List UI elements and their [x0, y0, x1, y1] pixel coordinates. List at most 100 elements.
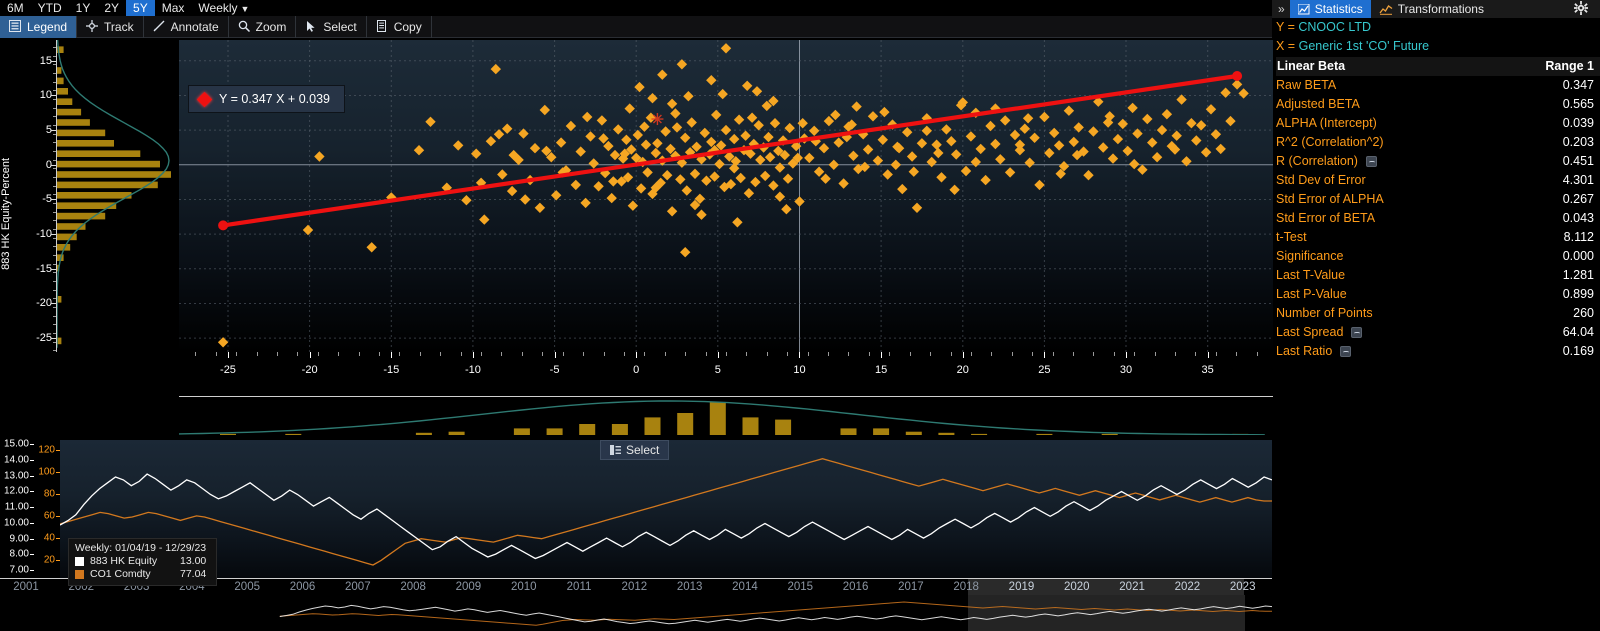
- year-label[interactable]: 2006: [290, 581, 316, 593]
- statistic-row: Significance 0.000: [1276, 247, 1600, 266]
- timeseries-plot[interactable]: [60, 440, 1272, 578]
- timeseries-left-tick: 9.00: [9, 533, 29, 544]
- statistic-chart-button[interactable]: [1351, 327, 1363, 338]
- x-axis-tick-mark: [636, 352, 638, 358]
- statistic-label: R^2 (Correlation^2): [1276, 135, 1384, 149]
- statistic-chart-button[interactable]: [1340, 346, 1352, 357]
- cursor-icon: [307, 21, 315, 32]
- chevron-down-icon: ▼: [240, 4, 250, 14]
- x-axis-minor-tick: [746, 352, 748, 356]
- legend-icon: [9, 20, 21, 32]
- y-axis-tick-label: -15: [36, 262, 52, 275]
- x-axis-minor-tick: [358, 352, 360, 356]
- period-2y[interactable]: 2Y: [97, 0, 126, 16]
- x-axis-tick-label: -10: [464, 364, 481, 376]
- tool-track[interactable]: Track: [77, 15, 144, 38]
- period-5y[interactable]: 5Y: [126, 0, 155, 16]
- tab-statistics[interactable]: Statistics: [1289, 0, 1371, 18]
- year-label[interactable]: 2010: [511, 581, 537, 593]
- year-label[interactable]: 2015: [787, 581, 813, 593]
- year-label[interactable]: 2014: [732, 581, 758, 593]
- timeseries-left-tick: 7.00: [9, 564, 29, 576]
- x-axis-tick-mark: [881, 352, 883, 358]
- x-axis-minor-tick: [828, 352, 830, 356]
- timeseries-select-label: Select: [626, 443, 660, 457]
- x-axis-tick-label: 30: [1119, 364, 1133, 376]
- year-label[interactable]: 2005: [234, 581, 260, 593]
- period-6m[interactable]: 6M: [0, 0, 31, 16]
- statistic-row: Std Dev of Error 4.301: [1276, 171, 1600, 190]
- year-label[interactable]: 2008: [400, 581, 426, 593]
- x-axis-tick-label: -25: [220, 364, 236, 376]
- statistic-label: Last Ratio: [1276, 344, 1333, 358]
- year-label[interactable]: 2018: [953, 581, 979, 593]
- year-label[interactable]: 2009: [456, 581, 482, 593]
- x-axis-minor-tick: [1011, 352, 1013, 356]
- zoom-icon: [238, 20, 250, 33]
- statistic-row: t-Test 8.112: [1276, 228, 1600, 247]
- tool-legend[interactable]: Legend: [0, 15, 78, 38]
- year-label[interactable]: 2019: [1009, 581, 1035, 593]
- x-axis-minor-tick: [1215, 352, 1217, 356]
- period-max[interactable]: Max: [155, 0, 192, 16]
- statistics-icon: [1297, 3, 1310, 14]
- timeseries-left-tick: 15.00: [3, 438, 29, 450]
- x-axis-minor-tick: [317, 352, 319, 356]
- tool-annotate[interactable]: Annotate: [144, 15, 229, 38]
- timeseries-right-tick: 100: [38, 466, 55, 478]
- regression-legend[interactable]: Y = 0.347 X + 0.039: [188, 85, 345, 113]
- x-axis-minor-tick: [1154, 352, 1156, 356]
- x-axis-minor-tick: [481, 352, 483, 356]
- x-axis-minor-tick: [970, 352, 972, 356]
- statistic-value: 0.203: [1562, 135, 1594, 149]
- expand-chevron-icon[interactable]: »: [1272, 2, 1290, 16]
- tool-legend-label: Legend: [27, 19, 68, 34]
- year-label[interactable]: 2007: [345, 581, 371, 593]
- statistic-label: Number of Points: [1276, 306, 1373, 320]
- x-axis-minor-tick: [1032, 352, 1034, 356]
- year-label[interactable]: 2020: [1064, 581, 1090, 593]
- x-axis-minor-tick: [766, 352, 768, 356]
- period-ytd[interactable]: YTD: [31, 0, 69, 16]
- x-axis-minor-tick: [868, 352, 870, 356]
- tool-select[interactable]: Select: [296, 15, 367, 38]
- statistic-row: Last Ratio 0.169: [1276, 342, 1600, 361]
- timeline-navigator[interactable]: [0, 595, 1272, 631]
- tool-copy[interactable]: Copy: [367, 15, 432, 38]
- year-label[interactable]: 2016: [843, 581, 869, 593]
- x-axis-tick-label: -5: [549, 364, 560, 376]
- year-label[interactable]: 2012: [622, 581, 648, 593]
- statistic-value: 0.043: [1562, 211, 1594, 225]
- tab-transformations-label: Transformations: [1397, 2, 1484, 16]
- x-axis-tick-label: -15: [383, 364, 400, 376]
- year-label[interactable]: 2022: [1175, 581, 1201, 593]
- year-label[interactable]: 2011: [567, 581, 592, 593]
- x-axis-minor-tick: [950, 352, 952, 356]
- statistic-chart-button[interactable]: [1365, 156, 1377, 167]
- x-axis-tick-label: 35: [1201, 364, 1214, 376]
- y-distribution-histogram: [56, 39, 178, 352]
- period-1y[interactable]: 1Y: [69, 0, 98, 16]
- frequency-dropdown[interactable]: Weekly ▼: [191, 0, 256, 16]
- timeseries-select-button[interactable]: Select: [600, 440, 670, 460]
- statistic-row: Last Spread 64.04: [1276, 323, 1600, 342]
- year-label[interactable]: 2021: [1119, 581, 1145, 593]
- statistics-y-label: Y =: [1276, 20, 1295, 34]
- settings-gear-button[interactable]: [1562, 0, 1600, 18]
- x-axis-minor-tick: [1072, 352, 1074, 356]
- year-label[interactable]: 2001: [13, 581, 39, 593]
- x-axis-minor-tick: [1175, 352, 1177, 356]
- x-axis-minor-tick: [338, 352, 340, 356]
- tab-transformations[interactable]: Transformations: [1371, 0, 1492, 18]
- tool-zoom[interactable]: Zoom: [229, 15, 297, 38]
- x-axis-tick-mark: [554, 352, 556, 358]
- y-axis-tick-label: -25: [36, 332, 52, 345]
- x-axis-tick-label: 25: [1038, 364, 1051, 376]
- year-label[interactable]: 2017: [898, 581, 924, 593]
- x-axis-tick-mark: [227, 352, 229, 358]
- timeseries-right-tick: 20: [43, 554, 55, 566]
- statistic-value: 0.000: [1562, 249, 1594, 263]
- year-label[interactable]: 2013: [677, 581, 703, 593]
- year-label[interactable]: 2023: [1230, 581, 1256, 593]
- x-axis-tick-mark: [1126, 352, 1128, 358]
